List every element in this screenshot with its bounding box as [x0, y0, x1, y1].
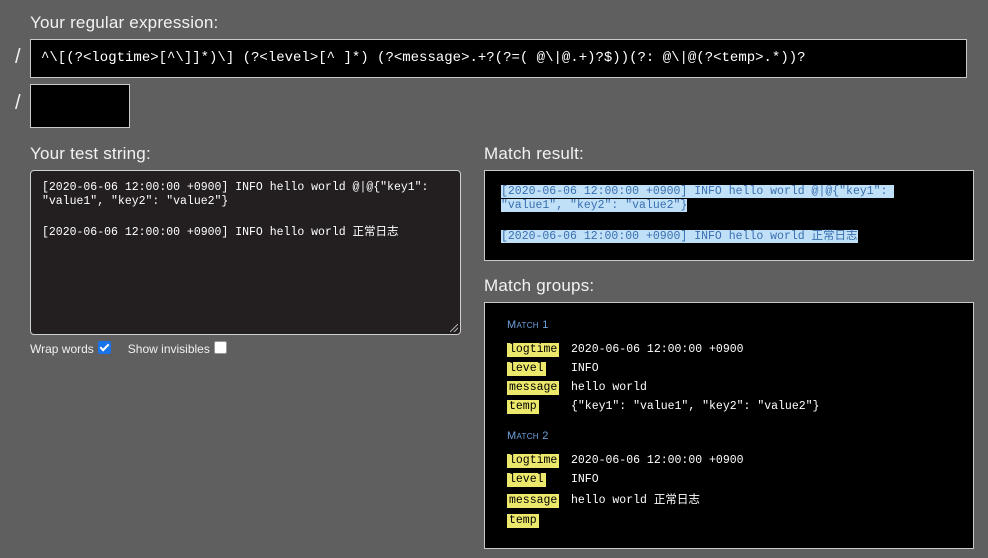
regex-close-slash: /: [15, 92, 21, 114]
group-row: temp: [507, 513, 539, 529]
group-name: temp: [507, 514, 539, 528]
match-groups-heading: Match groups:: [484, 276, 595, 295]
result-line: [2020-06-06 12:00:00 +0900] INFO hello w…: [501, 185, 921, 213]
regex-input[interactable]: ^\[(?<logtime>[^\]]*)\] (?<level>[^ ]*) …: [30, 39, 967, 78]
match-result-panel: [2020-06-06 12:00:00 +0900] INFO hello w…: [484, 170, 974, 261]
match-highlight: [2020-06-06 12:00:00 +0900] INFO hello w…: [501, 230, 858, 243]
match-title: Match 1: [507, 319, 549, 331]
match-result-heading: Match result:: [484, 144, 584, 163]
match-highlight: [2020-06-06 12:00:00 +0900] INFO hello w…: [501, 185, 895, 212]
group-name: level: [507, 473, 546, 487]
group-row: message hello world 正常日志: [507, 493, 700, 509]
group-value: 2020-06-06 12:00:00 +0900: [571, 454, 744, 467]
group-row: level INFO: [507, 472, 599, 488]
group-name: temp: [507, 400, 539, 414]
test-string-textarea[interactable]: [2020-06-06 12:00:00 +0900] INFO hello w…: [30, 170, 461, 335]
wrap-words-label: Wrap words: [30, 342, 94, 356]
group-value: hello world 正常日志: [571, 494, 700, 507]
group-name: logtime: [507, 343, 560, 357]
show-invisibles-checkbox[interactable]: [213, 340, 227, 354]
match-title: Match 2: [507, 430, 549, 442]
group-value: INFO: [571, 473, 599, 486]
group-name: level: [507, 362, 546, 376]
match-groups-panel: Match 1 logtime 2020-06-06 12:00:00 +090…: [484, 302, 974, 549]
group-value: INFO: [571, 362, 599, 375]
flags-input[interactable]: [30, 84, 130, 128]
options-row: Wrap words Show invisibles: [30, 340, 244, 356]
group-value: hello world: [571, 381, 647, 394]
group-row: message hello world: [507, 380, 647, 396]
result-line: [2020-06-06 12:00:00 +0900] INFO hello w…: [501, 230, 921, 244]
group-row: temp {"key1": "value1", "key2": "value2"…: [507, 399, 819, 415]
wrap-words-checkbox[interactable]: [97, 340, 111, 354]
group-name: logtime: [507, 454, 560, 468]
group-row: logtime 2020-06-06 12:00:00 +0900: [507, 342, 744, 358]
test-string-heading: Your test string:: [30, 144, 151, 163]
group-row: logtime 2020-06-06 12:00:00 +0900: [507, 453, 744, 469]
regex-open-slash: /: [15, 46, 21, 68]
test-line: [2020-06-06 12:00:00 +0900] INFO hello w…: [42, 181, 436, 208]
group-value: {"key1": "value1", "key2": "value2"}: [571, 400, 820, 413]
group-name: message: [507, 381, 560, 395]
show-invisibles-label: Show invisibles: [127, 342, 210, 356]
resize-grip-icon[interactable]: [450, 324, 458, 332]
test-line: [2020-06-06 12:00:00 +0900] INFO hello w…: [42, 226, 399, 239]
group-row: level INFO: [507, 361, 599, 377]
group-value: 2020-06-06 12:00:00 +0900: [571, 343, 744, 356]
group-name: message: [507, 494, 560, 508]
regex-heading: Your regular expression:: [30, 13, 219, 32]
